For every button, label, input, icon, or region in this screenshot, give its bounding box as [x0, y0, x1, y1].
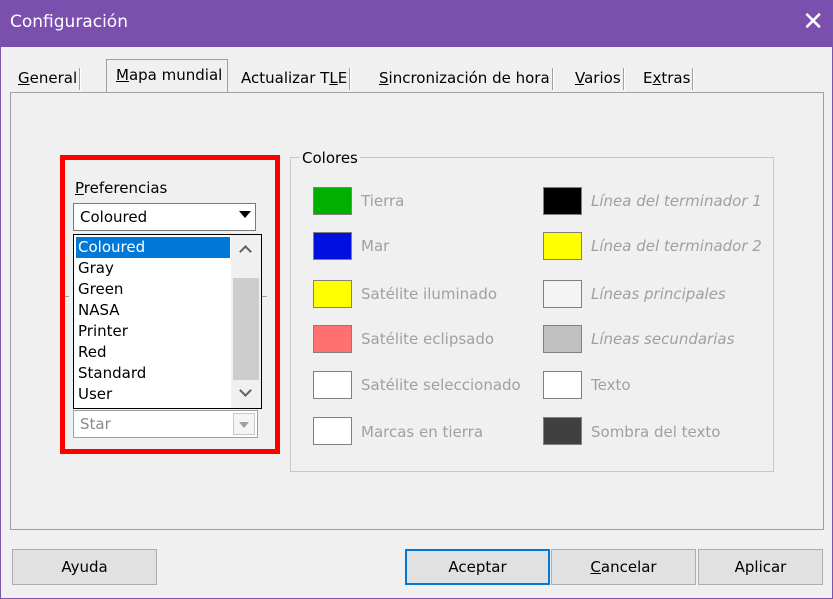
- color-label-satelite-eclipsado: Satélite eclipsado: [361, 330, 495, 348]
- apply-button[interactable]: Aplicar: [698, 549, 823, 585]
- title-bar[interactable]: Configuración ✕: [1, 1, 832, 47]
- color-label-tierra: Tierra: [361, 192, 405, 210]
- color-swatch-satelite-iluminado[interactable]: [313, 280, 352, 308]
- color-label-sombra-del-texto: Sombra del texto: [591, 423, 721, 441]
- color-label-mar: Mar: [361, 237, 390, 255]
- cancel-button[interactable]: Cancelar: [551, 549, 696, 585]
- tab-general[interactable]: General: [18, 63, 82, 93]
- color-label-satelite-iluminado: Satélite iluminado: [361, 285, 498, 303]
- color-swatch-linea-terminador-1[interactable]: [543, 187, 582, 215]
- colors-group-label: Colores: [300, 149, 360, 167]
- tab-mapa-mundial[interactable]: Mapa mundial: [106, 59, 228, 93]
- color-label-lineas-secundarias: Líneas secundarias: [591, 330, 735, 348]
- highlight-box: [60, 155, 280, 454]
- color-swatch-sombra-del-texto[interactable]: [543, 417, 582, 445]
- color-label-satelite-seleccionado: Satélite seleccionado: [361, 376, 521, 394]
- tab-varios[interactable]: Varios: [575, 63, 625, 93]
- close-icon[interactable]: ✕: [802, 7, 824, 37]
- color-swatch-tierra[interactable]: [313, 187, 352, 215]
- settings-dialog: Configuración ✕ General Mapa mundial Act…: [0, 0, 833, 599]
- color-label-linea-terminador-2: Línea del terminador 2: [591, 237, 762, 255]
- color-label-texto: Texto: [591, 376, 631, 394]
- help-button[interactable]: Ayuda: [12, 549, 157, 585]
- tab-actualizar-tle[interactable]: Actualizar TLE: [241, 63, 352, 93]
- tab-extras[interactable]: Extras: [643, 63, 695, 93]
- color-swatch-marcas-en-tierra[interactable]: [313, 417, 352, 445]
- window-title: Configuración: [10, 12, 128, 32]
- color-swatch-satelite-eclipsado[interactable]: [313, 325, 352, 353]
- color-swatch-linea-terminador-2[interactable]: [543, 232, 582, 260]
- color-swatch-satelite-seleccionado[interactable]: [313, 371, 352, 399]
- tab-strip: General Mapa mundial Actualizar TLE Sinc…: [16, 59, 816, 93]
- ok-button[interactable]: Aceptar: [405, 549, 550, 585]
- color-label-marcas-en-tierra: Marcas en tierra: [361, 423, 484, 441]
- tab-sincronizacion-hora[interactable]: Sincronización de hora: [379, 63, 554, 93]
- color-label-linea-terminador-1: Línea del terminador 1: [591, 192, 762, 210]
- color-swatch-lineas-secundarias[interactable]: [543, 325, 582, 353]
- color-swatch-lineas-principales[interactable]: [543, 280, 582, 308]
- color-label-lineas-principales: Líneas principales: [591, 285, 726, 303]
- ok-button-label: Aceptar: [448, 558, 507, 576]
- color-swatch-mar[interactable]: [313, 232, 352, 260]
- color-swatch-texto[interactable]: [543, 371, 582, 399]
